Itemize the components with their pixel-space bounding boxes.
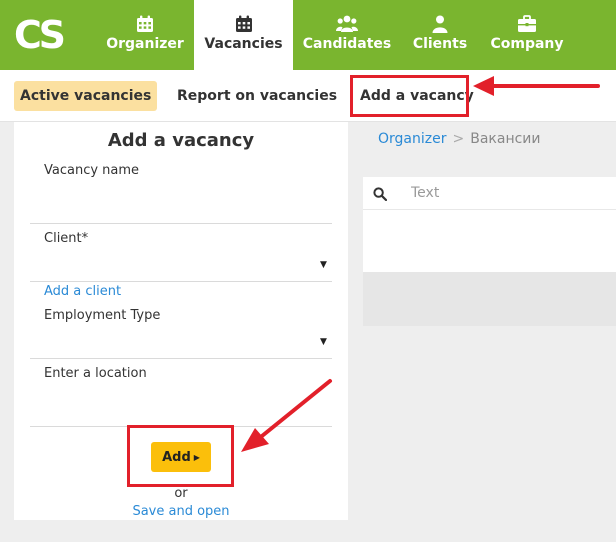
search-bar bbox=[363, 177, 616, 210]
client-select[interactable] bbox=[30, 281, 332, 282]
tab-report-on-vacancies[interactable]: Report on vacancies bbox=[171, 81, 343, 111]
tab-active-vacancies[interactable]: Active vacancies bbox=[14, 81, 158, 111]
users-icon bbox=[336, 14, 358, 34]
person-icon bbox=[429, 14, 451, 34]
sub-navbar: Active vacancies Report on vacancies Add… bbox=[0, 70, 616, 122]
breadcrumb-current: Вакансии bbox=[470, 131, 541, 147]
annotation-highlight-box bbox=[350, 75, 469, 117]
chevron-down-icon[interactable]: ▼ bbox=[320, 337, 327, 347]
annotation-highlight-box bbox=[127, 425, 234, 487]
nav-item-label: Company bbox=[490, 36, 564, 52]
employment-type-label: Employment Type bbox=[44, 308, 161, 323]
form-title: Add a vacancy bbox=[107, 130, 255, 151]
vacancy-name-field[interactable] bbox=[30, 223, 332, 224]
nav-item-clients[interactable]: Clients bbox=[404, 0, 476, 70]
breadcrumb-organizer-link[interactable]: Organizer bbox=[378, 131, 446, 147]
nav-item-label: Candidates bbox=[302, 36, 392, 52]
calendar-icon bbox=[134, 14, 156, 34]
nav-item-company[interactable]: Company bbox=[488, 0, 566, 70]
client-label: Client* bbox=[44, 231, 89, 246]
chevron-down-icon[interactable]: ▼ bbox=[320, 260, 327, 270]
app-logo[interactable]: CS bbox=[14, 14, 66, 56]
location-label: Enter a location bbox=[44, 366, 147, 381]
nav-item-label: Vacancies bbox=[204, 36, 283, 52]
search-input[interactable] bbox=[411, 181, 601, 205]
results-footer bbox=[363, 272, 616, 326]
breadcrumb-separator: > bbox=[452, 131, 465, 147]
vacancy-name-label: Vacancy name bbox=[44, 163, 140, 178]
results-area bbox=[363, 210, 616, 272]
nav-item-candidates[interactable]: Candidates bbox=[298, 0, 396, 70]
breadcrumb: Organizer > Вакансии bbox=[378, 131, 541, 147]
nav-item-label: Organizer bbox=[106, 36, 184, 52]
top-navbar: CS Organizer Vacancies Candidates Client… bbox=[0, 0, 616, 70]
or-separator: or bbox=[174, 486, 188, 501]
nav-item-organizer[interactable]: Organizer bbox=[98, 0, 192, 70]
nav-item-vacancies[interactable]: Vacancies bbox=[194, 0, 293, 70]
add-client-link[interactable]: Add a client bbox=[44, 284, 121, 299]
calendar-icon bbox=[233, 14, 255, 34]
employment-type-select[interactable] bbox=[30, 358, 332, 359]
nav-item-label: Clients bbox=[412, 36, 468, 52]
save-and-open-link[interactable]: Save and open bbox=[14, 504, 348, 519]
search-icon[interactable] bbox=[373, 186, 388, 205]
briefcase-icon bbox=[516, 14, 538, 34]
